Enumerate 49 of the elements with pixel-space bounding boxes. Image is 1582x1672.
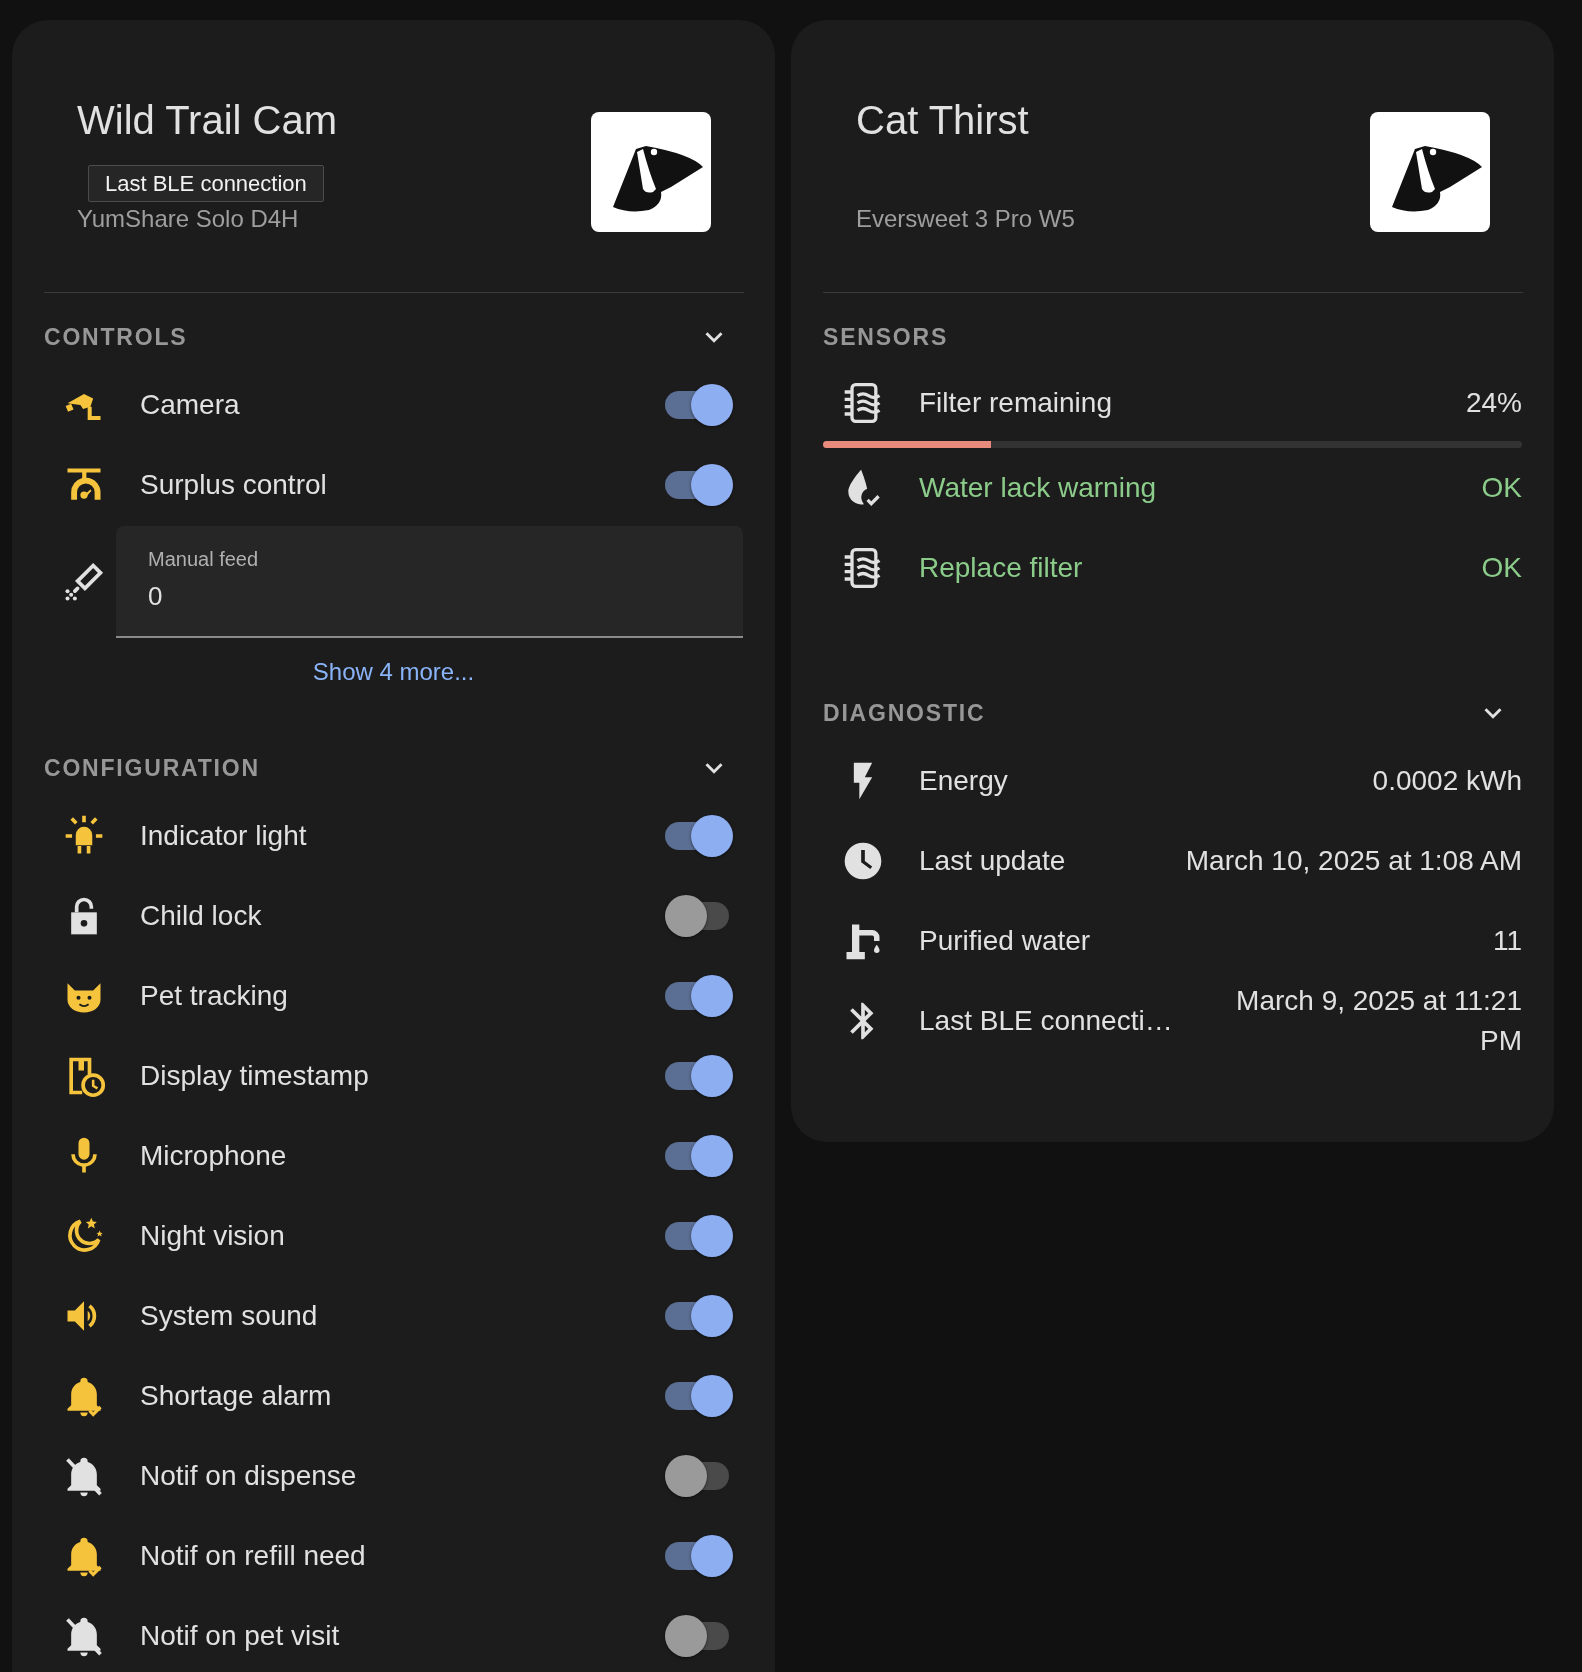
entity-value: OK xyxy=(1480,551,1522,585)
entity-name: Notif on refill need xyxy=(140,1540,366,1572)
number-field[interactable]: Manual feed 0 xyxy=(116,526,743,638)
entity-value: OK xyxy=(1480,471,1522,505)
toggle-switch[interactable] xyxy=(665,463,733,507)
toggle-switch[interactable] xyxy=(665,1054,733,1098)
entity-name: Last update xyxy=(919,845,1066,877)
entity-name: Microphone xyxy=(140,1140,287,1172)
entity-name: Surplus control xyxy=(140,469,327,501)
entity-name: Energy xyxy=(919,765,1008,797)
section-heading: SENSORS xyxy=(823,323,949,351)
show-more-link[interactable]: Show 4 more... xyxy=(312,658,475,686)
device-model: YumShare Solo D4H xyxy=(77,204,300,234)
tooltip: Last BLE connection xyxy=(88,165,324,202)
entity-value: 24% xyxy=(1464,386,1522,420)
entity-name: Notif on dispense xyxy=(140,1460,357,1492)
device-title: Wild Trail Cam xyxy=(77,97,338,144)
toggle-switch[interactable] xyxy=(665,1374,733,1418)
entity-name: Child lock xyxy=(140,900,262,932)
entity-value: 0.0002 kWh xyxy=(1371,764,1522,798)
toggle-switch[interactable] xyxy=(665,814,733,858)
entity-value: 11 xyxy=(1491,924,1522,958)
toggle-switch[interactable] xyxy=(665,383,733,427)
entity-name: Night vision xyxy=(140,1220,285,1252)
toggle-switch[interactable] xyxy=(665,1534,733,1578)
section-heading: CONFIGURATION xyxy=(44,754,260,782)
entity-name: Replace filter xyxy=(919,552,1083,584)
entity-name: Display timestamp xyxy=(140,1060,369,1092)
device-model: Eversweet 3 Pro W5 xyxy=(856,204,1075,234)
section-heading: CONTROLS xyxy=(44,323,188,351)
entity-name: Water lack warning xyxy=(919,472,1157,504)
device-title: Cat Thirst xyxy=(856,97,1030,144)
entity-name: Filter remaining xyxy=(919,387,1112,419)
toggle-switch[interactable] xyxy=(665,1134,733,1178)
pen-icon xyxy=(62,560,106,604)
entity-name: Last BLE connecti… xyxy=(919,1005,1173,1037)
entity-name: Camera xyxy=(140,389,240,421)
entity-name: Notif on pet visit xyxy=(140,1620,340,1652)
entity-value: March 10, 2025 at 1:08 AM xyxy=(1184,844,1522,878)
entity-name: Shortage alarm xyxy=(140,1380,332,1412)
entity-value: March 9, 2025 at 11:21 PM xyxy=(1235,984,1522,1058)
toggle-switch[interactable] xyxy=(665,1294,733,1338)
toggle-switch[interactable] xyxy=(665,1214,733,1258)
section-heading: DIAGNOSTIC xyxy=(823,699,986,727)
entity-name: Indicator light xyxy=(140,820,307,852)
entity-name: System sound xyxy=(140,1300,318,1332)
toggle-switch[interactable] xyxy=(665,974,733,1018)
entity-name: Purified water xyxy=(919,925,1091,957)
entity-name: Pet tracking xyxy=(140,980,288,1012)
